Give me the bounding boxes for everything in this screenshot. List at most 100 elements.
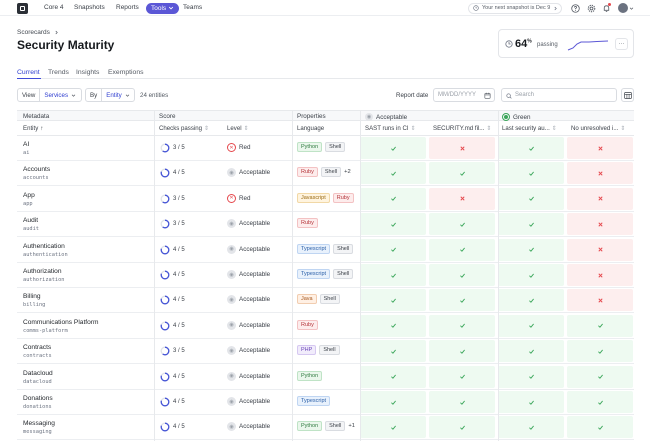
check-pass-cell[interactable] (498, 289, 564, 312)
check-pass-cell[interactable] (429, 416, 495, 439)
check-fail-cell[interactable] (429, 187, 495, 210)
entity-name[interactable]: AI (23, 141, 29, 148)
by-select[interactable]: By Entity (85, 88, 135, 102)
check-pass-cell[interactable] (360, 340, 426, 363)
nav-teams[interactable]: Teams (183, 4, 202, 11)
check-pass-cell[interactable] (567, 314, 633, 337)
check-pass-cell[interactable] (498, 213, 564, 236)
entity-name[interactable]: Donations (23, 395, 53, 402)
columns-button[interactable] (621, 88, 634, 102)
more-options-button[interactable]: ··· (615, 38, 628, 50)
nav-core4[interactable]: Core 4 (44, 4, 64, 11)
avatar[interactable] (618, 3, 628, 13)
check-pass-cell[interactable] (498, 416, 564, 439)
col-security-md[interactable]: SECURITY.md fil... ⇕ (433, 125, 491, 132)
col-no-unresolved[interactable]: No unresolved i... ⇕ (571, 125, 626, 132)
col-sast[interactable]: SAST runs in CI ⇕ (365, 125, 416, 132)
check-fail-cell[interactable] (567, 289, 633, 312)
calendar-icon[interactable] (484, 92, 491, 99)
check-pass-cell[interactable] (498, 314, 564, 337)
col-level[interactable]: Level ⇕ (227, 125, 249, 132)
check-pass-cell[interactable] (360, 416, 426, 439)
check-pass-cell[interactable] (567, 340, 633, 363)
breadcrumb-scorecards[interactable]: Scorecards (17, 29, 50, 36)
check-fail-cell[interactable] (429, 137, 495, 159)
check-pass-cell[interactable] (360, 213, 426, 236)
entity-name[interactable]: Contracts (23, 344, 51, 351)
entity-name[interactable]: Billing (23, 293, 41, 300)
tab-trends[interactable]: Trends (48, 69, 69, 76)
check-pass-cell[interactable] (429, 162, 495, 185)
more-tags-count[interactable]: +2 (344, 169, 351, 175)
gear-icon[interactable] (586, 3, 596, 13)
table-row[interactable]: Messaging messaging 4 / 5 ◉ Acceptable Python… (17, 415, 634, 441)
check-pass-cell[interactable] (498, 340, 564, 363)
check-pass-cell[interactable] (498, 187, 564, 210)
col-language[interactable]: Language (297, 125, 324, 132)
check-pass-cell[interactable] (498, 137, 564, 159)
entity-name[interactable]: App (23, 192, 35, 199)
check-pass-cell[interactable] (567, 416, 633, 439)
check-pass-cell[interactable] (567, 365, 633, 388)
entity-name[interactable]: Datacloud (23, 370, 53, 377)
check-pass-cell[interactable] (429, 314, 495, 337)
view-select[interactable]: View Services (17, 88, 82, 102)
check-pass-cell[interactable] (429, 391, 495, 413)
nav-snapshots[interactable]: Snapshots (74, 4, 105, 11)
check-pass-cell[interactable] (498, 238, 564, 261)
search-input[interactable]: Search (501, 88, 617, 102)
check-fail-cell[interactable] (567, 137, 633, 159)
entity-name[interactable]: Authorization (23, 268, 62, 275)
check-pass-cell[interactable] (498, 365, 564, 388)
check-pass-cell[interactable] (360, 264, 426, 286)
col-last-audit[interactable]: Last security au... ⇕ (502, 125, 557, 132)
avatar-chevron-down-icon[interactable] (629, 6, 634, 11)
snapshot-pill[interactable]: Your next snapshot is Dec 9 (468, 2, 562, 14)
check-pass-cell[interactable] (429, 289, 495, 312)
help-icon[interactable] (570, 3, 580, 13)
check-pass-cell[interactable] (360, 137, 426, 159)
check-pass-cell[interactable] (429, 264, 495, 286)
app-logo-icon[interactable] (17, 3, 28, 14)
col-entity[interactable]: Entity ↑ (23, 125, 43, 132)
check-pass-cell[interactable] (360, 162, 426, 185)
table-row[interactable]: Accounts accounts 4 / 5 ◉ Acceptable Ruby Shel… (17, 161, 634, 187)
check-pass-cell[interactable] (360, 187, 426, 210)
entity-name[interactable]: Messaging (23, 420, 55, 427)
table-row[interactable]: Contracts contracts 3 / 5 ◉ Acceptable PHP She… (17, 339, 634, 365)
entity-name[interactable]: Communications Platform (23, 319, 99, 326)
table-row[interactable]: Audit audit 3 / 5 ◉ Acceptable Ruby (17, 212, 634, 238)
check-pass-cell[interactable] (360, 289, 426, 312)
bell-icon[interactable] (601, 3, 611, 13)
more-tags-count[interactable]: +1 (348, 423, 355, 429)
table-row[interactable]: Authorization authorization 4 / 5 ◉ Acceptab… (17, 263, 634, 288)
check-pass-cell[interactable] (567, 391, 633, 413)
table-row[interactable]: Donations donations 4 / 5 ◉ Acceptable Typesc… (17, 390, 634, 415)
check-pass-cell[interactable] (360, 314, 426, 337)
tab-insights[interactable]: Insights (76, 69, 99, 76)
check-pass-cell[interactable] (498, 162, 564, 185)
check-fail-cell[interactable] (567, 238, 633, 261)
check-pass-cell[interactable] (429, 238, 495, 261)
check-pass-cell[interactable] (360, 391, 426, 413)
tab-current[interactable]: Current (17, 69, 40, 76)
col-checks[interactable]: Checks passing ⇕ (159, 125, 209, 132)
nav-tools[interactable]: Tools (146, 2, 180, 14)
check-pass-cell[interactable] (360, 238, 426, 261)
tab-exemptions[interactable]: Exemptions (108, 69, 144, 76)
check-fail-cell[interactable] (567, 187, 633, 210)
table-row[interactable]: Datacloud datacloud 4 / 5 ◉ Acceptable Python (17, 365, 634, 390)
check-fail-cell[interactable] (567, 213, 633, 236)
entity-name[interactable]: Authentication (23, 243, 65, 250)
check-fail-cell[interactable] (567, 162, 633, 185)
entity-name[interactable]: Accounts (23, 166, 50, 173)
table-row[interactable]: Communications Platform comms-platform 4 /… (17, 314, 634, 339)
table-row[interactable]: Billing billing 4 / 5 ◉ Acceptable Java Shell (17, 288, 634, 314)
nav-reports[interactable]: Reports (116, 4, 139, 11)
table-row[interactable]: AI ai 3 / 5 ✕ Red Python Shell (17, 136, 634, 161)
table-row[interactable]: Authentication authentication 4 / 5 ◉ Accept… (17, 238, 634, 263)
check-pass-cell[interactable] (429, 365, 495, 388)
check-pass-cell[interactable] (429, 340, 495, 363)
table-row[interactable]: App app 3 / 5 ✕ Red Javascript Ruby (17, 187, 634, 212)
check-fail-cell[interactable] (567, 264, 633, 286)
